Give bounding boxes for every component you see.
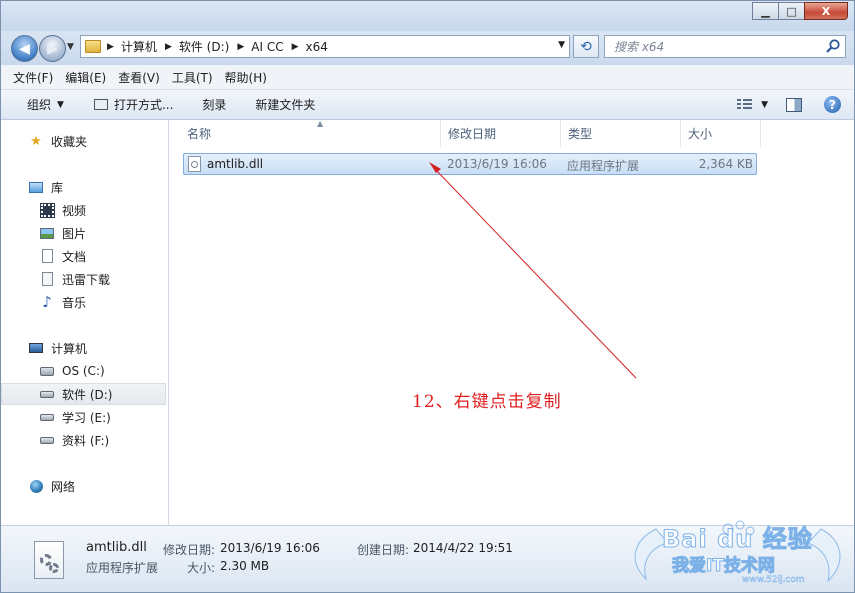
refresh-button[interactable]: ⟲ bbox=[573, 35, 599, 58]
annotation-text: 12、右键点击复制 bbox=[412, 392, 562, 412]
navigation-pane: ★ 收藏夹 库 视频 图片 文档 迅雷下载 ♪ 音乐 计算机 OS (C:) 软件 … bbox=[1, 120, 169, 525]
breadcrumb-separator-icon[interactable]: ▶ bbox=[237, 42, 244, 52]
forward-button[interactable]: ▶ bbox=[39, 35, 66, 62]
library-icon bbox=[28, 179, 44, 195]
file-list: 名称 ▲ 修改日期 类型 大小 amtlib.dll 2013/6/19 16:0… bbox=[169, 119, 854, 525]
menu-help[interactable]: 帮助(H) bbox=[219, 69, 273, 86]
menu-tools[interactable]: 工具(T) bbox=[166, 69, 219, 86]
chevron-down-icon: ▼ bbox=[57, 99, 64, 110]
view-options-dropdown-icon[interactable]: ▼ bbox=[761, 100, 768, 110]
details-pane: amtlib.dll 应用程序扩展 修改日期: 2013/6/19 16:06 … bbox=[1, 520, 854, 592]
download-folder-icon bbox=[39, 271, 55, 287]
breadcrumb-separator-icon[interactable]: ▶ bbox=[292, 42, 299, 52]
close-button[interactable]: X bbox=[804, 2, 848, 20]
command-bar: 组织 ▼ 打开方式... 刻录 新建文件夹 ▼ ? bbox=[1, 90, 854, 120]
breadcrumb-separator-icon[interactable]: ▶ bbox=[107, 42, 114, 52]
search-input[interactable]: 搜索 x64 bbox=[604, 35, 846, 58]
watermark-sub-text: 我爱IT技术网 bbox=[672, 556, 776, 577]
system-drive-icon bbox=[39, 363, 55, 379]
recent-pages-dropdown-icon[interactable]: ▼ bbox=[67, 42, 74, 52]
change-view-icon[interactable] bbox=[737, 98, 753, 111]
caption-buttons: ▁ □ X bbox=[752, 2, 848, 22]
breadcrumb-ai-cc[interactable]: ▶ AI CC bbox=[237, 40, 283, 54]
computer-icon bbox=[28, 340, 44, 356]
breadcrumb-computer[interactable]: ▶ 计算机 bbox=[107, 38, 157, 55]
details-file-name: amtlib.dll bbox=[86, 540, 147, 555]
open-with-button[interactable]: 打开方式... bbox=[93, 96, 173, 113]
new-folder-button[interactable]: 新建文件夹 bbox=[255, 96, 315, 113]
breadcrumb-separator-icon[interactable]: ▶ bbox=[165, 42, 172, 52]
music-icon: ♪ bbox=[42, 293, 52, 311]
preview-pane-icon[interactable] bbox=[786, 97, 802, 112]
back-arrow-icon: ◀ bbox=[19, 40, 30, 57]
explorer-window: ▁ □ X ◀ ▶ ▼ ▶ 计算机 ▶ 软件 (D:) ▶ AI CC ▶ x64 ▼ … bbox=[0, 0, 855, 593]
sidebar-item-computer[interactable]: 计算机 bbox=[1, 337, 193, 359]
organize-button[interactable]: 组织 ▼ bbox=[27, 96, 64, 113]
dll-file-large-icon bbox=[34, 541, 64, 579]
address-dropdown-icon[interactable]: ▼ bbox=[558, 40, 565, 50]
drive-icon bbox=[39, 432, 55, 448]
help-icon[interactable]: ? bbox=[824, 96, 841, 113]
sidebar-item-network[interactable]: 网络 bbox=[1, 475, 193, 497]
details-modified-value: 2013/6/19 16:06 bbox=[220, 541, 320, 555]
document-icon bbox=[39, 248, 55, 264]
menu-bar: 文件(F) 编辑(E) 查看(V) 工具(T) 帮助(H) bbox=[1, 65, 854, 90]
picture-icon bbox=[39, 225, 55, 241]
minimize-button[interactable]: ▁ bbox=[752, 2, 779, 20]
watermark-main-text: Bai du 经验 bbox=[662, 525, 813, 554]
details-created-value: 2014/4/22 19:51 bbox=[413, 541, 513, 555]
burn-button[interactable]: 刻录 bbox=[202, 96, 226, 113]
menu-file[interactable]: 文件(F) bbox=[1, 69, 59, 86]
watermark-url: www.52ij.com bbox=[742, 575, 805, 586]
sidebar-item-favorites[interactable]: ★ 收藏夹 bbox=[1, 130, 193, 152]
address-bar[interactable]: ▶ 计算机 ▶ 软件 (D:) ▶ AI CC ▶ x64 ▼ bbox=[80, 35, 570, 58]
star-icon: ★ bbox=[30, 133, 42, 149]
watermark: Bai du 经验 我爱IT技术网 www.52ij.com bbox=[616, 509, 846, 589]
title-bar: ▁ □ X bbox=[1, 1, 854, 31]
details-size-value: 2.30 MB bbox=[220, 559, 270, 573]
back-button[interactable]: ◀ bbox=[11, 35, 38, 62]
details-size-label: 大小: bbox=[187, 561, 216, 575]
details-created-label: 创建日期: bbox=[357, 543, 410, 557]
navigation-row: ◀ ▶ ▼ ▶ 计算机 ▶ 软件 (D:) ▶ AI CC ▶ x64 ▼ ⟲ 搜索 x… bbox=[1, 31, 854, 65]
drive-icon bbox=[39, 386, 55, 402]
menu-edit[interactable]: 编辑(E) bbox=[59, 69, 112, 86]
sidebar-item-libraries[interactable]: 库 bbox=[1, 176, 193, 198]
folder-icon bbox=[85, 40, 101, 53]
open-with-icon bbox=[93, 99, 108, 110]
refresh-icon: ⟲ bbox=[580, 38, 592, 55]
breadcrumb-x64[interactable]: ▶ x64 bbox=[292, 40, 328, 54]
details-modified-label: 修改日期: bbox=[163, 543, 216, 557]
forward-arrow-icon: ▶ bbox=[47, 40, 58, 57]
annotation-arrow bbox=[429, 162, 637, 379]
maximize-button[interactable]: □ bbox=[778, 2, 805, 20]
sidebar-item-drive-d[interactable]: 软件 (D:) bbox=[1, 383, 166, 405]
network-icon bbox=[28, 478, 44, 494]
details-file-type: 应用程序扩展 bbox=[86, 561, 159, 575]
drive-icon bbox=[39, 409, 55, 425]
search-icon[interactable] bbox=[825, 38, 841, 54]
video-icon bbox=[39, 202, 55, 218]
breadcrumb-drive-d[interactable]: ▶ 软件 (D:) bbox=[165, 38, 229, 55]
menu-view[interactable]: 查看(V) bbox=[112, 69, 166, 86]
